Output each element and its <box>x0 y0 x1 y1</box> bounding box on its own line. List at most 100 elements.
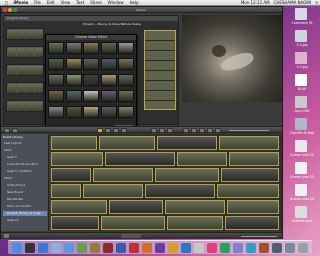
app-icon[interactable] <box>194 243 204 253</box>
user-name[interactable]: CHESHAMA NAOMI <box>272 0 314 5</box>
event-clip[interactable] <box>51 168 91 182</box>
crop-icon[interactable] <box>151 128 157 133</box>
event-clip[interactable] <box>51 152 103 166</box>
titles-icon[interactable] <box>199 128 205 133</box>
app-icon[interactable] <box>259 243 269 253</box>
event-clip[interactable] <box>105 152 175 166</box>
project-thumbnail-strip[interactable] <box>6 46 44 58</box>
inspector-icon[interactable] <box>167 128 173 133</box>
add-event-icon[interactable] <box>4 234 9 238</box>
effect-thumbnail[interactable] <box>48 42 64 54</box>
clock[interactable]: Mon 12:12 AM <box>239 0 272 5</box>
desktop-icon[interactable]: Cashmere FA <box>290 8 312 25</box>
event-clip[interactable] <box>155 168 219 182</box>
event-clip[interactable] <box>83 184 143 198</box>
effect-thumbnail[interactable] <box>83 90 99 102</box>
event-clip[interactable] <box>217 184 279 198</box>
event-clip[interactable] <box>101 216 165 230</box>
menu-file[interactable]: File <box>31 0 44 5</box>
finder-icon[interactable] <box>12 243 22 253</box>
effect-thumbnail[interactable] <box>100 42 117 54</box>
event-clip[interactable] <box>51 136 97 150</box>
event-item[interactable]: Dark and Gothic <box>3 204 47 209</box>
project-clip-column[interactable] <box>144 30 176 110</box>
downloads-icon[interactable] <box>285 243 295 253</box>
app-icon[interactable] <box>181 243 191 253</box>
menu-window[interactable]: Window <box>105 0 127 5</box>
event-clip[interactable] <box>51 216 99 230</box>
event-item[interactable]: Bla Bla Bla <box>3 197 47 202</box>
event-clip[interactable] <box>227 200 279 214</box>
effect-thumbnail[interactable] <box>118 90 134 102</box>
event-item[interactable]: Sept 3 / Untitled <box>3 169 47 174</box>
project-thumbnail-strip[interactable] <box>6 100 44 112</box>
effect-thumbnail[interactable] <box>65 58 82 70</box>
event-clip[interactable] <box>219 136 279 150</box>
zoom-slider[interactable] <box>229 130 269 131</box>
desktop-icon[interactable]: Sony Edit <box>290 96 312 113</box>
thumbnail-size-slider[interactable] <box>241 236 277 237</box>
imovie-icon[interactable] <box>90 243 100 253</box>
effect-thumbnail[interactable] <box>65 42 82 54</box>
effect-thumbnail[interactable] <box>48 90 64 102</box>
effect-thumbnail[interactable] <box>48 58 64 70</box>
maps-icon[interactable] <box>215 128 221 133</box>
app-icon[interactable] <box>116 243 126 253</box>
app-icon[interactable] <box>103 243 113 253</box>
event-clip[interactable] <box>167 216 223 230</box>
app-icon[interactable] <box>272 243 282 253</box>
trash-icon[interactable] <box>298 243 308 253</box>
event-item[interactable]: Imported Production <box>3 162 47 167</box>
effect-thumbnail[interactable] <box>83 58 99 70</box>
app-icon[interactable] <box>142 243 152 253</box>
desktop-icon[interactable]: Screen shot 2011-11-10 3.png <box>290 184 314 201</box>
event-clip[interactable] <box>157 136 217 150</box>
mail-icon[interactable] <box>51 243 61 253</box>
desktop-icon[interactable]: OverMe At Night <box>290 118 314 135</box>
desktop-icon[interactable]: 5.1.jpg <box>290 30 312 47</box>
add-to-project-icon[interactable] <box>97 128 103 133</box>
zoom-icon[interactable] <box>13 8 17 12</box>
close-icon[interactable] <box>3 8 7 12</box>
effect-thumbnail[interactable] <box>100 90 117 102</box>
itunes-icon[interactable] <box>64 243 74 253</box>
event-clip[interactable] <box>99 136 155 150</box>
transitions-icon[interactable] <box>207 128 213 133</box>
menu-text[interactable]: Text <box>73 0 87 5</box>
favorite-icon[interactable] <box>105 128 111 133</box>
effect-thumbnail[interactable] <box>65 90 82 102</box>
play-full-screen-button[interactable] <box>121 234 141 238</box>
event-item[interactable]: 2010 <box>3 176 47 181</box>
camera-import-icon[interactable] <box>4 128 10 133</box>
music-icon[interactable] <box>183 128 189 133</box>
menu-edit[interactable]: Edit <box>44 0 58 5</box>
project-thumbnail-strip[interactable] <box>6 64 44 76</box>
app-icon[interactable] <box>155 243 165 253</box>
desktop-icon[interactable]: Screen shot 2011-10 Old <box>290 140 314 157</box>
apple-icon[interactable]:  <box>0 0 10 5</box>
menu-share[interactable]: Share <box>87 0 105 5</box>
effect-thumbnail[interactable] <box>118 74 134 86</box>
event-clip[interactable] <box>229 152 279 166</box>
effect-thumbnail[interactable] <box>100 74 117 86</box>
event-clip[interactable] <box>177 152 227 166</box>
event-item[interactable]: Sept 3 <box>3 155 47 160</box>
app-icon[interactable] <box>168 243 178 253</box>
app-icon[interactable] <box>129 243 139 253</box>
effect-thumbnail[interactable] <box>83 106 99 118</box>
safari-icon[interactable] <box>38 243 48 253</box>
project-thumbnail-strip[interactable] <box>6 28 44 40</box>
event-item[interactable]: Last Import <box>3 141 47 146</box>
menu-view[interactable]: View <box>58 0 74 5</box>
desktop-icon[interactable]: Screen shot 2011-11-10 3.png <box>290 162 314 179</box>
desktop-icon[interactable]: BLAH <box>290 74 312 91</box>
app-icon[interactable] <box>233 243 243 253</box>
minimize-icon[interactable] <box>8 8 12 12</box>
desktop-icon[interactable]: 5.2.jpg <box>290 52 312 69</box>
effect-thumbnail[interactable] <box>118 58 134 70</box>
event-clip[interactable] <box>165 200 225 214</box>
desktop-icon[interactable]: Untitled.mp4 <box>290 206 312 223</box>
swap-icon[interactable] <box>12 128 18 133</box>
effect-thumbnail[interactable] <box>118 106 134 118</box>
effect-thumbnail[interactable] <box>65 106 82 118</box>
